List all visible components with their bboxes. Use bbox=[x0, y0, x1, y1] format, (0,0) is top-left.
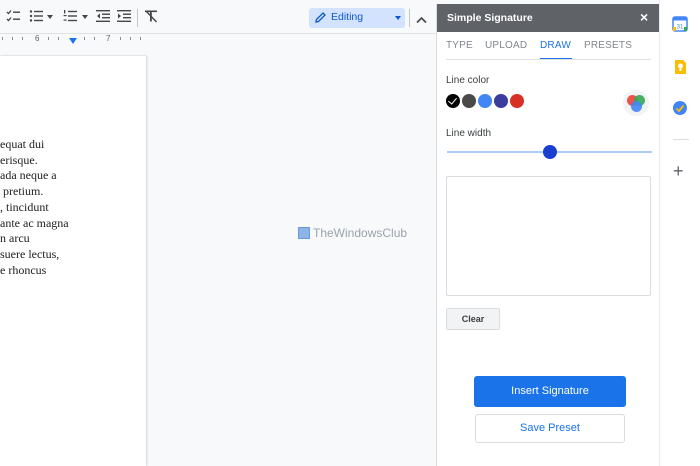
watermark-logo-icon bbox=[298, 227, 310, 239]
ruler-number: 6 bbox=[35, 34, 40, 43]
document-line: erisque. bbox=[0, 152, 38, 167]
tasks-icon[interactable] bbox=[672, 100, 688, 116]
add-icon[interactable]: + bbox=[673, 162, 684, 180]
calendar-day: 31 bbox=[677, 25, 684, 31]
document-page[interactable]: equat dui erisque. ada neque a pretium. … bbox=[0, 56, 146, 466]
tab-upload[interactable]: UPLOAD bbox=[485, 40, 527, 51]
bulleted-list-icon[interactable] bbox=[29, 9, 43, 25]
document-line: ante ac magna bbox=[0, 215, 69, 230]
line-width-label: Line width bbox=[446, 128, 492, 139]
line-color-label: Line color bbox=[446, 75, 490, 86]
google-docs-window: Editing 6 7 equat dui erisque. ada neque… bbox=[0, 0, 700, 466]
document-line: , tincidunt bbox=[0, 199, 49, 214]
ruler-tick bbox=[84, 37, 85, 40]
panel-title: Simple Signature bbox=[447, 12, 533, 24]
formatting-toolbar: Editing bbox=[0, 0, 436, 34]
save-preset-button[interactable]: Save Preset bbox=[475, 414, 625, 443]
keep-icon[interactable] bbox=[672, 59, 688, 75]
color-swatch-red[interactable] bbox=[510, 94, 524, 108]
numbered-list-icon[interactable] bbox=[63, 9, 77, 25]
ruler-tick bbox=[22, 37, 23, 40]
color-swatch-indigo[interactable] bbox=[494, 94, 508, 108]
document-canvas: equat dui erisque. ada neque a pretium. … bbox=[0, 44, 436, 466]
document-line: n arcu bbox=[0, 231, 30, 246]
close-icon[interactable]: × bbox=[640, 10, 648, 24]
insert-signature-button[interactable]: Insert Signature bbox=[474, 376, 626, 407]
toolbar-divider bbox=[409, 9, 410, 27]
color-swatch-blue[interactable] bbox=[478, 94, 492, 108]
ruler-tick bbox=[94, 37, 95, 40]
picker-blue-dot bbox=[630, 101, 642, 112]
toolbar-divider bbox=[137, 9, 138, 27]
document-line: equat dui bbox=[0, 137, 45, 151]
color-swatch-black[interactable] bbox=[446, 94, 460, 108]
document-body: equat dui erisque. ada neque a pretium. … bbox=[0, 137, 69, 278]
calendar-icon[interactable]: 31 bbox=[672, 16, 688, 32]
signature-tabs: TYPE UPLOAD DRAW PRESETS bbox=[437, 32, 660, 60]
editing-mode-label: Editing bbox=[331, 11, 364, 23]
document-line: e rhoncus bbox=[0, 262, 47, 277]
document-line: ada neque a bbox=[0, 168, 57, 183]
horizontal-ruler: 6 7 bbox=[0, 34, 436, 44]
ruler-number: 7 bbox=[106, 34, 111, 43]
decrease-indent-icon[interactable] bbox=[96, 9, 110, 25]
clear-button[interactable]: Clear bbox=[446, 308, 500, 330]
ruler-tick bbox=[120, 37, 121, 40]
ruler-tick bbox=[130, 37, 131, 40]
line-width-slider-thumb[interactable] bbox=[542, 145, 557, 159]
watermark-text: TheWindowsClub bbox=[313, 226, 408, 240]
document-line: suere lectus, bbox=[0, 246, 60, 261]
chevron-up-icon[interactable] bbox=[416, 11, 427, 29]
ruler-tick bbox=[48, 37, 49, 40]
ruler-tick bbox=[140, 37, 141, 40]
ruler-tick bbox=[2, 37, 3, 40]
sidebar-divider bbox=[673, 139, 689, 140]
side-apps-bar: 31 + bbox=[659, 0, 700, 466]
document-line: pretium. bbox=[0, 184, 44, 199]
custom-color-picker-icon[interactable] bbox=[623, 90, 649, 116]
tab-draw[interactable]: DRAW bbox=[540, 40, 571, 51]
numbered-list-dropdown-icon[interactable] bbox=[82, 15, 88, 19]
clear-formatting-icon[interactable] bbox=[144, 9, 158, 25]
panel-header: Simple Signature × bbox=[437, 4, 660, 32]
ruler-tick bbox=[58, 37, 59, 40]
checklist-icon[interactable] bbox=[6, 9, 20, 25]
editing-mode-button[interactable]: Editing bbox=[309, 8, 405, 28]
signature-draw-canvas[interactable] bbox=[446, 176, 651, 296]
chevron-down-icon bbox=[395, 16, 401, 20]
watermark: TheWindowsClub bbox=[298, 226, 407, 240]
tabs-divider bbox=[446, 59, 651, 60]
bulleted-list-dropdown-icon[interactable] bbox=[47, 15, 53, 19]
ruler-tick bbox=[12, 37, 13, 40]
pencil-icon bbox=[314, 11, 327, 29]
simple-signature-panel: Simple Signature × TYPE UPLOAD DRAW PRES… bbox=[436, 4, 660, 466]
tab-type[interactable]: TYPE bbox=[446, 40, 473, 51]
increase-indent-icon[interactable] bbox=[117, 9, 131, 25]
color-swatch-gray[interactable] bbox=[462, 94, 476, 108]
tab-presets[interactable]: PRESETS bbox=[584, 40, 632, 51]
